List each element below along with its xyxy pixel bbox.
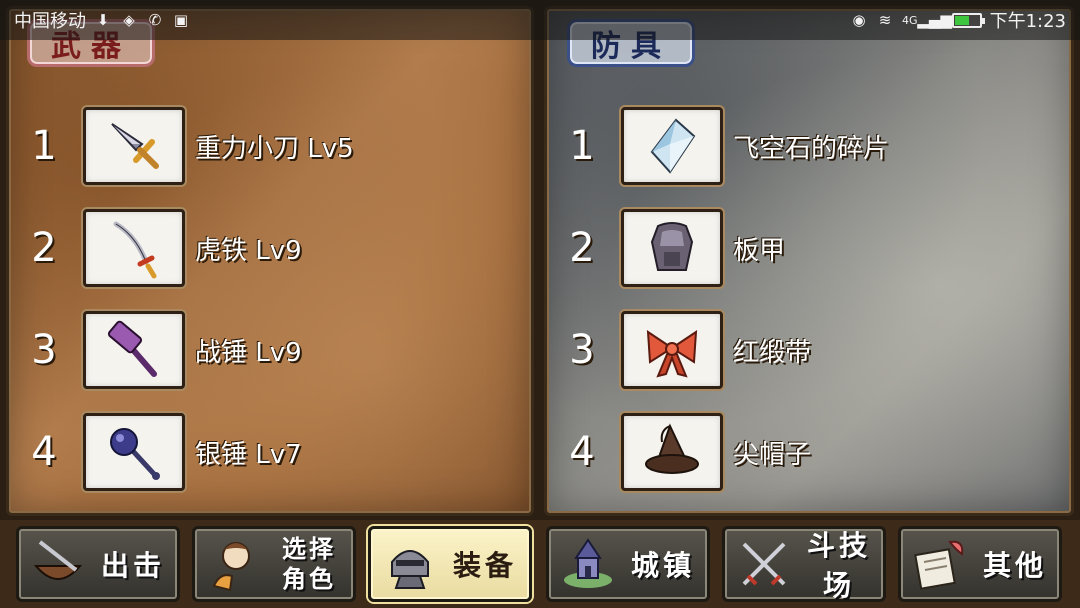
eye-icon: ◉: [852, 11, 866, 29]
nav-label: 城镇: [630, 549, 695, 582]
equipment-icon: [379, 533, 441, 595]
carrier-label: 中国移动: [14, 11, 86, 32]
signal-icon: ▂▄▆: [917, 11, 952, 29]
status-bar: 中国移动 ⬇ ◈ ✆ ▣ ◉ ≋ 4G ▂▄▆ 下午1:23: [0, 0, 1080, 40]
arena-icon: [733, 533, 795, 595]
nav-other-button[interactable]: 其他: [898, 526, 1062, 602]
weapon-slot-4[interactable]: 4 银锤 Lv7: [9, 411, 531, 493]
weapon-name: 银锤 Lv7: [195, 439, 302, 470]
armor-slot-2[interactable]: 2 板甲: [547, 207, 1071, 289]
weapon-slot-3[interactable]: 3 战锤 Lv9: [9, 309, 531, 391]
download-icon: ⬇: [96, 11, 110, 29]
armor-name: 尖帽子: [733, 439, 812, 470]
network-type-label: 4G: [902, 13, 918, 27]
nav-sortie-button[interactable]: 出击: [16, 526, 180, 602]
plate-armor-icon[interactable]: [621, 209, 723, 287]
slot-number: 4: [569, 429, 595, 475]
sortie-icon: [27, 533, 89, 595]
red-ribbon-icon[interactable]: [621, 311, 723, 389]
nav-label: 斗技场: [806, 529, 871, 602]
nav-label: 选择 角色: [265, 534, 353, 594]
armor-slot-1[interactable]: 1 飞空石的碎片: [547, 105, 1071, 187]
crystal-shard-icon[interactable]: [621, 107, 723, 185]
other-icon: [909, 533, 971, 595]
dagger-icon[interactable]: [83, 107, 185, 185]
slot-number: 1: [569, 123, 595, 169]
sword-icon[interactable]: [83, 209, 185, 287]
character-icon: [203, 533, 265, 595]
armor-name: 飞空石的碎片: [733, 133, 890, 164]
weapon-slot-1[interactable]: 1 重力小刀 Lv5: [9, 105, 531, 187]
app-notification-icon: ◈: [123, 11, 135, 29]
mace-icon[interactable]: [83, 413, 185, 491]
game-notification-icon: ▣: [173, 11, 189, 29]
armor-slot-3[interactable]: 3 红缎带: [547, 309, 1071, 391]
warhammer-icon[interactable]: [83, 311, 185, 389]
slot-number: 3: [569, 327, 595, 373]
armor-panel: 防具 1 飞空石的碎片 2 板甲 3 红缎带 4 尖帽子: [544, 6, 1074, 516]
bottom-nav: 出击 选择 角色 装备 城镇 斗技场 其他: [0, 520, 1080, 608]
nav-label: 其他: [982, 549, 1047, 582]
weapons-panel: 武器 1 重力小刀 Lv5 2 虎铁 Lv9 3 战锤 Lv9 4 银锤 Lv7: [6, 6, 534, 516]
clock: 下午1:23: [989, 11, 1066, 32]
nav-equipment-button[interactable]: 装备: [368, 526, 532, 602]
weapon-slot-2[interactable]: 2 虎铁 Lv9: [9, 207, 531, 289]
slot-number: 3: [31, 327, 57, 373]
armor-name: 板甲: [733, 235, 786, 266]
slot-number: 4: [31, 429, 57, 475]
pointed-hat-icon[interactable]: [621, 413, 723, 491]
weapon-name: 虎铁 Lv9: [195, 235, 302, 266]
weapon-name: 重力小刀 Lv5: [195, 133, 354, 164]
wifi-icon: ≋: [878, 11, 892, 29]
nav-arena-button[interactable]: 斗技场: [722, 526, 886, 602]
slot-number: 1: [31, 123, 57, 169]
weapon-name: 战锤 Lv9: [195, 337, 302, 368]
wechat-icon: ✆: [148, 11, 162, 29]
nav-label-line2: 角色: [282, 565, 336, 593]
nav-town-button[interactable]: 城镇: [546, 526, 710, 602]
town-icon: [557, 533, 619, 595]
nav-select-character-button[interactable]: 选择 角色: [192, 526, 356, 602]
slot-number: 2: [31, 225, 57, 271]
nav-label: 装备: [452, 549, 517, 582]
nav-label: 出击: [100, 549, 165, 582]
armor-slot-4[interactable]: 4 尖帽子: [547, 411, 1071, 493]
battery-fill: [954, 15, 969, 25]
battery-icon: [951, 12, 985, 28]
slot-number: 2: [569, 225, 595, 271]
nav-label-line1: 选择: [282, 535, 336, 563]
armor-name: 红缎带: [733, 337, 812, 368]
